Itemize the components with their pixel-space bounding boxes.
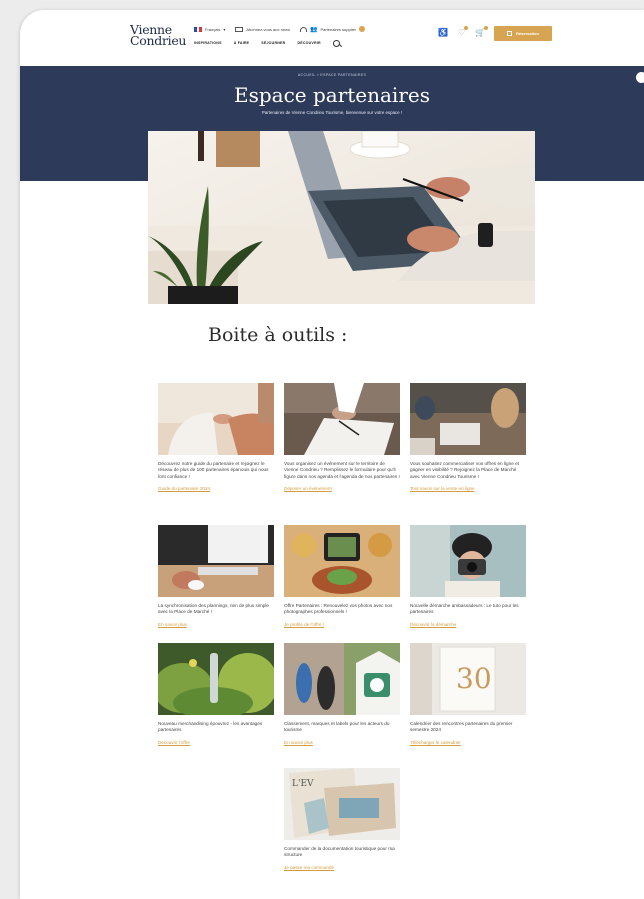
card-documentation[interactable]: L'EV Commander de la documentation touri… xyxy=(284,768,400,870)
main-nav: INSPIRATIONS À FAIRE SÉJOURNER DÉCOUVRIR xyxy=(194,37,340,49)
nav-item-inspirations[interactable]: INSPIRATIONS xyxy=(194,41,222,45)
newsletter-link[interactable]: Abonnez-vous aux news xyxy=(235,26,290,32)
nav-item-a-faire[interactable]: À FAIRE xyxy=(234,41,250,45)
people-icon: 👥 xyxy=(309,26,318,33)
card-link[interactable]: En savoir plus xyxy=(284,740,400,745)
card-link[interactable]: Tout savoir sur la vente en ligne xyxy=(410,486,526,491)
card-photo-offer[interactable]: Offre Partenaires : Renouvelez vos photo… xyxy=(284,525,400,627)
brochures-image: L'EV xyxy=(284,768,400,840)
card-partner-guide[interactable]: Découvrez notre guide du partenaire et r… xyxy=(158,383,274,491)
hero-image xyxy=(148,131,535,304)
partner-badge xyxy=(359,26,366,32)
mail-icon xyxy=(235,26,244,32)
tourism-label-image xyxy=(284,643,400,715)
card-merchandising[interactable]: Nouveau merchandising épouvrez - les ava… xyxy=(158,643,274,745)
card-link[interactable]: Télécharger le calendrier xyxy=(410,740,526,745)
writing-image xyxy=(284,383,400,455)
card-link[interactable]: Découvrir la démarche xyxy=(410,622,526,627)
camera-woman-image xyxy=(410,525,526,597)
card-description: Offre Partenaires : Renouvelez vos photo… xyxy=(284,603,393,615)
card-description: Classement, marques et labels pour les a… xyxy=(284,721,390,733)
calendar-number: 30 xyxy=(456,662,492,695)
nav-item-decouvrir[interactable]: DÉCOUVRIR xyxy=(297,41,320,45)
calendar-image: 30 xyxy=(410,643,526,715)
food-photo-image xyxy=(284,525,400,597)
site-logo[interactable]: Vienne Condrieu xyxy=(130,23,187,48)
reservation-button[interactable]: Réservation xyxy=(494,26,552,41)
brochure-letters: L'EV xyxy=(292,779,314,789)
chevron-down-icon: ▾ xyxy=(223,26,226,32)
toolbox-title: Boite à outils : xyxy=(208,324,348,346)
cart-icon[interactable]: 🛒 xyxy=(475,26,489,38)
utility-bar: Français ▾ Abonnez-vous aux news 👥 Parte… xyxy=(194,24,366,34)
page-subtitle: Partenaires de Vienne Condrieu Tourisme,… xyxy=(261,110,403,115)
reservation-label: Réservation xyxy=(516,31,539,36)
header-icons: ♿ ♡ 🛒 xyxy=(438,26,489,38)
handshake-image xyxy=(158,383,274,455)
partner-label: Partenaires supplier xyxy=(320,26,357,32)
calendar-icon xyxy=(507,31,513,36)
card-description: Vous souhaitez commercialiser vos offres… xyxy=(410,461,520,479)
card-description: Commander de la documentation touristiqu… xyxy=(284,846,395,858)
scroll-handle[interactable] xyxy=(636,72,644,83)
card-description: Nouvelle démarche ambassadeurs : Le tuto… xyxy=(410,603,519,615)
card-description: Vous organisez un événement sur le terri… xyxy=(284,461,400,479)
breadcrumb[interactable]: ACCUEIL > ESPACE PARTENAIRES xyxy=(20,73,644,77)
card-link[interactable]: Je passe ma commande xyxy=(284,865,400,870)
card-description: La synchronisation des plannings, rien d… xyxy=(158,603,270,615)
card-calendar[interactable]: 30 Calendrier des rencontres partenaires… xyxy=(410,643,526,745)
card-planning-sync[interactable]: La synchronisation des plannings, rien d… xyxy=(158,525,274,627)
umbrella-icon xyxy=(299,26,307,32)
card-link[interactable]: Je profite de l'offre ! xyxy=(284,622,400,627)
card-submit-event[interactable]: Vous organisez un événement sur le terri… xyxy=(284,383,400,491)
card-description: Calendrier des rencontres partenaires du… xyxy=(410,721,513,733)
card-description: Découvrez notre guide du partenaire et r… xyxy=(158,461,269,479)
language-label: Français xyxy=(205,26,221,32)
card-online-sales[interactable]: Vous souhaitez commercialiser vos offres… xyxy=(410,383,526,491)
card-description: Nouveau merchandising épouvrez - les ava… xyxy=(158,721,263,733)
card-labels[interactable]: Classement, marques et labels pour les a… xyxy=(284,643,400,745)
card-link[interactable]: Découvrir l'offre xyxy=(158,740,274,745)
partner-link[interactable]: 👥 Partenaires supplier xyxy=(299,26,366,33)
page-title: Espace partenaires xyxy=(233,83,430,107)
search-icon[interactable] xyxy=(332,39,340,47)
nav-item-sejourner[interactable]: SÉJOURNER xyxy=(261,41,285,45)
logo-line-2: Condrieu xyxy=(130,33,187,48)
newsletter-label: Abonnez-vous aux news xyxy=(246,26,290,32)
language-selector[interactable]: Français ▾ xyxy=(194,26,226,32)
accessibility-icon[interactable]: ♿ xyxy=(438,28,448,38)
meeting-image xyxy=(410,383,526,455)
card-ambassadors[interactable]: Nouvelle démarche ambassadeurs : Le tuto… xyxy=(410,525,526,627)
garden-bottle-image xyxy=(158,643,274,715)
browser-page: Vienne Condrieu Français ▾ Abonnez-vous … xyxy=(20,10,644,899)
computer-mouse-image xyxy=(158,525,274,597)
card-link[interactable]: En savoir plus xyxy=(158,622,274,627)
card-link[interactable]: Déposer un événement xyxy=(284,486,400,491)
card-link[interactable]: Guide du partenaire 2024 xyxy=(158,486,274,491)
french-flag-icon xyxy=(194,26,203,32)
heart-icon[interactable]: ♡ xyxy=(458,26,469,38)
